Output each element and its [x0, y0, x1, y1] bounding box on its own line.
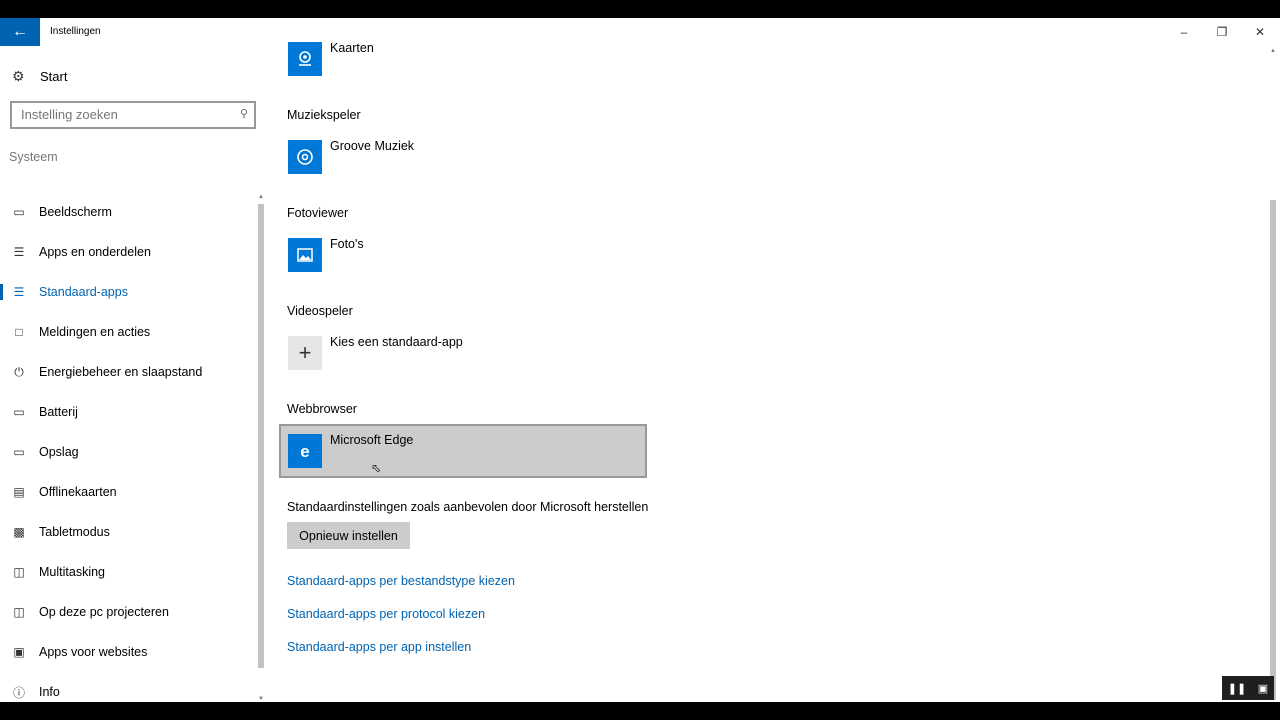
gear-icon: ⚙ [12, 68, 25, 84]
monitor-icon: ▭ [13, 205, 25, 219]
home-link[interactable]: ⚙ Start [12, 68, 67, 85]
back-button[interactable]: ← [0, 18, 40, 46]
sidebar-item-label: Energiebeheer en slaapstand [39, 365, 203, 379]
maps-app-button[interactable]: Kaarten [288, 41, 374, 76]
mouse-cursor-icon: ⬁ [371, 461, 382, 475]
screen-icon[interactable]: ▣ [1258, 682, 1268, 695]
web-apps-icon: ▣ [13, 645, 25, 659]
sidebar-item-standaard-apps[interactable]: ☰ Standaard-apps [0, 272, 256, 312]
video-heading: Videospeler [287, 304, 353, 318]
settings-window: ← Instellingen – ❐ ✕ ⚙ Start ⚲ Systeem ▭… [0, 18, 1280, 702]
music-app-tile [288, 140, 322, 174]
sidebar-item-label: Beeldscherm [39, 205, 112, 219]
sidebar-item-label: Multitasking [39, 565, 105, 579]
sidebar-item-label: Opslag [39, 445, 79, 459]
tablet-icon: ▩ [13, 525, 25, 539]
search-box[interactable]: ⚲ [10, 101, 256, 129]
plus-icon: + [288, 336, 322, 370]
maps-icon [299, 51, 311, 66]
sidebar-item-projecteren[interactable]: ◫ Op deze pc projecteren [0, 592, 256, 632]
sidebar-item-energiebeheer[interactable]: ⏻ Energiebeheer en slaapstand [0, 352, 256, 392]
web-app-button[interactable]: e Microsoft Edge [288, 433, 414, 468]
groove-icon [297, 149, 313, 165]
main-scrollbar[interactable]: ▲ [1268, 48, 1278, 702]
project-icon: ◫ [13, 605, 25, 619]
web-app-tile: e [288, 434, 322, 468]
reset-description: Standaardinstellingen zoals aanbevolen d… [287, 500, 649, 514]
photo-app-tile [288, 238, 322, 272]
search-input[interactable] [12, 103, 231, 125]
music-app-button[interactable]: Groove Muziek [288, 139, 415, 174]
sidebar-item-label: Info [39, 685, 60, 699]
web-app-label: Microsoft Edge [330, 433, 414, 447]
home-label: Start [40, 69, 68, 84]
map-icon: ▤ [13, 485, 25, 499]
sidebar-item-offlinekaarten[interactable]: ▤ Offlinekaarten [0, 472, 256, 512]
sidebar-item-label: Op deze pc projecteren [39, 605, 169, 619]
edge-icon: e [300, 442, 309, 461]
sidebar-item-meldingen[interactable]: □ Meldingen en acties [0, 312, 256, 352]
sidebar-item-info[interactable]: ⓘ Info [0, 672, 256, 702]
music-heading: Muziekspeler [287, 108, 361, 122]
battery-icon: ▭ [13, 405, 25, 419]
notification-icon: □ [15, 325, 23, 339]
default-apps-icon: ☰ [13, 285, 25, 299]
sidebar-item-label: Offlinekaarten [39, 485, 117, 499]
photo-heading: Fotoviewer [287, 206, 349, 220]
svg-text:e: e [300, 442, 309, 461]
scroll-up-icon[interactable]: ▲ [257, 194, 265, 200]
main-scroll-thumb[interactable] [1270, 200, 1276, 700]
maps-app-label: Kaarten [330, 41, 374, 55]
sidebar-item-tabletmodus[interactable]: ▩ Tabletmodus [0, 512, 256, 552]
maps-app-tile [288, 42, 322, 76]
main-content: Kaarten Muziekspeler Groove Muziek Fotov… [279, 18, 1260, 702]
sidebar-item-batterij[interactable]: ▭ Batterij [0, 392, 256, 432]
search-icon[interactable]: ⚲ [240, 107, 248, 120]
sidebar-item-apps-voor-websites[interactable]: ▣ Apps voor websites [0, 632, 256, 672]
video-app-label: Kies een standaard-app [330, 335, 463, 349]
sidebar-scroll-thumb[interactable] [258, 204, 264, 668]
photos-icon [297, 248, 313, 262]
reset-button[interactable]: Opnieuw instellen [287, 522, 410, 549]
sidebar-item-beeldscherm[interactable]: ▭ Beeldscherm [0, 192, 256, 232]
scroll-up-icon[interactable]: ▲ [1268, 48, 1278, 54]
music-app-label: Groove Muziek [330, 139, 415, 153]
sidebar-item-apps-en-onderdelen[interactable]: ☰ Apps en onderdelen [0, 232, 256, 272]
sidebar: ⚙ Start ⚲ Systeem ▭ Beeldscherm ☰ Apps e… [0, 48, 266, 702]
video-app-button[interactable]: + Kies een standaard-app [288, 335, 463, 370]
photo-app-label: Foto's [330, 237, 364, 251]
scroll-down-icon[interactable]: ▼ [257, 696, 265, 702]
list-icon: ☰ [13, 245, 25, 259]
power-icon: ⏻ [14, 364, 24, 379]
sidebar-item-multitasking[interactable]: ◫ Multitasking [0, 552, 256, 592]
sidebar-item-label: Meldingen en acties [39, 325, 151, 339]
sidebar-item-opslag[interactable]: ▭ Opslag [0, 432, 256, 472]
link-by-filetype[interactable]: Standaard-apps per bestandstype kiezen [287, 574, 515, 588]
sidebar-scrollbar[interactable]: ▲ ▼ [257, 194, 265, 702]
link-by-app[interactable]: Standaard-apps per app instellen [287, 640, 471, 654]
sidebar-item-label: Apps en onderdelen [39, 245, 151, 259]
web-heading: Webbrowser [287, 402, 357, 416]
sidebar-item-label: Tabletmodus [39, 525, 110, 539]
pause-icon[interactable]: ❚❚ [1228, 682, 1246, 695]
back-arrow-icon: ← [12, 23, 28, 40]
sidebar-item-label: Batterij [39, 405, 78, 419]
storage-icon: ▭ [13, 445, 25, 459]
photo-app-button[interactable]: Foto's [288, 237, 364, 272]
section-title: Systeem [9, 150, 58, 164]
media-controls: ❚❚ ▣ [1222, 676, 1274, 700]
sidebar-item-label: Apps voor websites [39, 645, 148, 659]
multitasking-icon: ◫ [13, 565, 25, 579]
nav-list: ▭ Beeldscherm ☰ Apps en onderdelen ☰ Sta… [0, 192, 256, 702]
window-title: Instellingen [50, 26, 101, 37]
info-icon: ⓘ [12, 685, 25, 700]
sidebar-item-label: Standaard-apps [39, 285, 128, 299]
link-by-protocol[interactable]: Standaard-apps per protocol kiezen [287, 607, 485, 621]
